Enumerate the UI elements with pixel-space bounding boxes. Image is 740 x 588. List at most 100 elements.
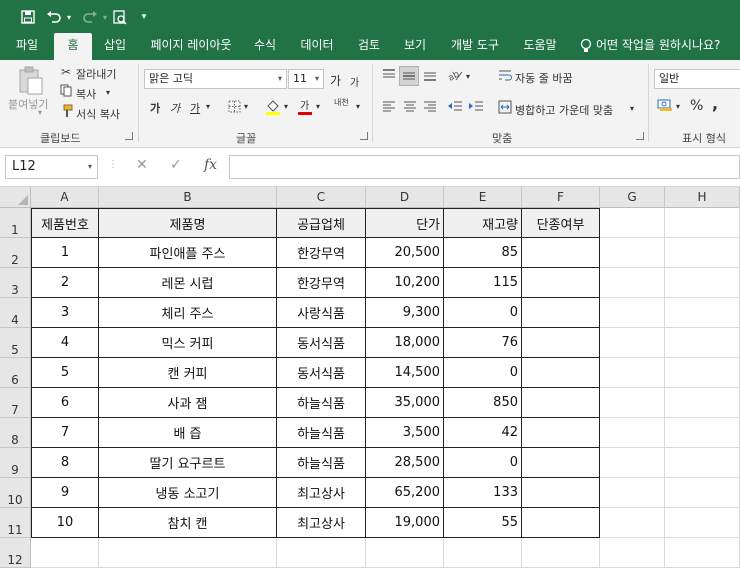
cell-c11[interactable]: 최고상사 xyxy=(277,508,366,538)
cell-a8[interactable]: 7 xyxy=(31,418,99,448)
cell-e6[interactable]: 0 xyxy=(444,358,522,388)
cell-c2[interactable]: 한강무역 xyxy=(277,238,366,268)
tell-me-search[interactable]: 어떤 작업을 원하시나요? xyxy=(596,33,740,60)
merge-center-button[interactable]: 병합하고 가운데 맞춤 xyxy=(515,102,613,118)
copy-button[interactable]: 복사 xyxy=(76,86,96,102)
name-box[interactable]: L12 ▾ xyxy=(5,155,98,179)
column-header-c[interactable]: C xyxy=(277,187,366,208)
row-header-7[interactable]: 7 xyxy=(0,388,31,418)
cell-h1[interactable] xyxy=(665,208,740,238)
cell-d5[interactable]: 18,000 xyxy=(366,328,444,358)
cell-c6[interactable]: 동서식품 xyxy=(277,358,366,388)
paste-icon[interactable] xyxy=(16,66,46,98)
tab-file[interactable]: 파일 xyxy=(8,33,46,60)
font-name-dropdown[interactable]: 맑은 고딕 ▾ xyxy=(144,69,287,89)
select-all-button[interactable] xyxy=(0,187,31,208)
row-header-4[interactable]: 4 xyxy=(0,298,31,328)
cell-h8[interactable] xyxy=(665,418,740,448)
fill-color-dropdown-icon[interactable]: ▾ xyxy=(284,102,288,111)
cell-f7[interactable] xyxy=(522,388,600,418)
cell-c9[interactable]: 하늘식품 xyxy=(277,448,366,478)
cell-b9[interactable]: 딸기 요구르트 xyxy=(99,448,277,478)
cell-f10[interactable] xyxy=(522,478,600,508)
cell-a5[interactable]: 4 xyxy=(31,328,99,358)
copy-dropdown-icon[interactable]: ▾ xyxy=(106,88,110,97)
cell-b4[interactable]: 체리 주스 xyxy=(99,298,277,328)
column-header-a[interactable]: A xyxy=(31,187,99,208)
cell-d7[interactable]: 35,000 xyxy=(366,388,444,418)
format-painter-icon[interactable] xyxy=(58,104,74,122)
cell-f11[interactable] xyxy=(522,508,600,538)
cell-f3[interactable] xyxy=(522,268,600,298)
borders-dropdown-icon[interactable]: ▾ xyxy=(244,102,248,111)
font-launcher-icon[interactable] xyxy=(360,132,368,140)
merge-center-icon[interactable] xyxy=(497,100,513,118)
increase-indent-icon[interactable] xyxy=(467,100,485,116)
cell-h9[interactable] xyxy=(665,448,740,478)
cell-d4[interactable]: 9,300 xyxy=(366,298,444,328)
cell-e2[interactable]: 85 xyxy=(444,238,522,268)
cancel-icon[interactable]: ✕ xyxy=(136,157,148,173)
cell-b12[interactable] xyxy=(99,538,277,568)
enter-icon[interactable]: ✓ xyxy=(170,157,182,173)
cell-a7[interactable]: 6 xyxy=(31,388,99,418)
percent-button[interactable]: % xyxy=(690,98,703,114)
cell-g8[interactable] xyxy=(600,418,665,448)
cell-e7[interactable]: 850 xyxy=(444,388,522,418)
align-bottom-icon[interactable] xyxy=(421,68,439,86)
cell-f5[interactable] xyxy=(522,328,600,358)
cell-g6[interactable] xyxy=(600,358,665,388)
row-header-3[interactable]: 3 xyxy=(0,268,31,298)
cell-a12[interactable] xyxy=(31,538,99,568)
row-header-9[interactable]: 9 xyxy=(0,448,31,478)
orientation-icon[interactable]: ab xyxy=(446,68,464,86)
cell-c5[interactable]: 동서식품 xyxy=(277,328,366,358)
cell-d11[interactable]: 19,000 xyxy=(366,508,444,538)
copy-icon[interactable] xyxy=(58,84,74,101)
number-format-dropdown[interactable]: 일반 xyxy=(654,69,740,89)
align-middle-icon[interactable] xyxy=(399,66,419,86)
cell-b6[interactable]: 캔 커피 xyxy=(99,358,277,388)
cell-h5[interactable] xyxy=(665,328,740,358)
cell-a11[interactable]: 10 xyxy=(31,508,99,538)
merge-dropdown-icon[interactable]: ▾ xyxy=(630,104,634,113)
column-header-b[interactable]: B xyxy=(99,187,277,208)
cell-g12[interactable] xyxy=(600,538,665,568)
cell-g5[interactable] xyxy=(600,328,665,358)
cell-b8[interactable]: 배 즙 xyxy=(99,418,277,448)
cell-h6[interactable] xyxy=(665,358,740,388)
cell-f1[interactable]: 단종여부 xyxy=(522,208,600,238)
cell-d12[interactable] xyxy=(366,538,444,568)
cell-c12[interactable] xyxy=(277,538,366,568)
cell-b11[interactable]: 참치 캔 xyxy=(99,508,277,538)
cell-e8[interactable]: 42 xyxy=(444,418,522,448)
cell-e4[interactable]: 0 xyxy=(444,298,522,328)
cell-h7[interactable] xyxy=(665,388,740,418)
row-header-11[interactable]: 11 xyxy=(0,508,31,538)
alignment-launcher-icon[interactable] xyxy=(636,132,644,140)
insert-function-icon[interactable]: fx xyxy=(204,157,217,173)
cell-e12[interactable] xyxy=(444,538,522,568)
borders-icon[interactable] xyxy=(226,100,242,117)
cell-a10[interactable]: 9 xyxy=(31,478,99,508)
paste-label[interactable]: 붙여넣기 xyxy=(8,96,48,112)
cell-d2[interactable]: 20,500 xyxy=(366,238,444,268)
align-top-icon[interactable] xyxy=(380,68,398,86)
cell-g3[interactable] xyxy=(600,268,665,298)
cell-a2[interactable]: 1 xyxy=(31,238,99,268)
cell-c8[interactable]: 하늘식품 xyxy=(277,418,366,448)
save-icon[interactable] xyxy=(18,6,38,28)
cell-h11[interactable] xyxy=(665,508,740,538)
cell-g2[interactable] xyxy=(600,238,665,268)
cell-g10[interactable] xyxy=(600,478,665,508)
cell-h4[interactable] xyxy=(665,298,740,328)
cell-g9[interactable] xyxy=(600,448,665,478)
cell-g11[interactable] xyxy=(600,508,665,538)
cell-h3[interactable] xyxy=(665,268,740,298)
grow-font-button[interactable]: 가 xyxy=(330,72,341,89)
tab-formulas[interactable]: 수식 xyxy=(246,33,284,60)
cell-b10[interactable]: 냉동 소고기 xyxy=(99,478,277,508)
tab-view[interactable]: 보기 xyxy=(396,33,434,60)
wrap-text-button[interactable]: 자동 줄 바꿈 xyxy=(515,70,573,86)
cell-c1[interactable]: 공급업체 xyxy=(277,208,366,238)
